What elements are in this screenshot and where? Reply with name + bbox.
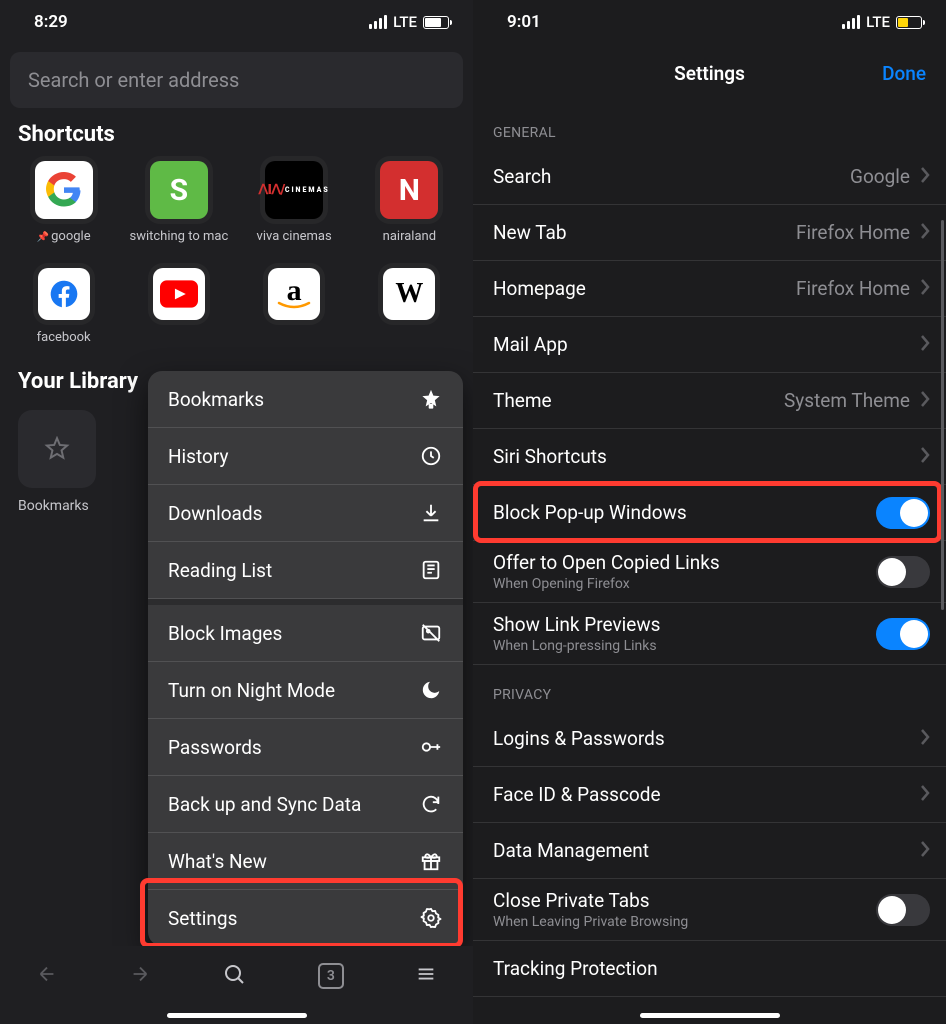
shortcut-facebook[interactable]: facebook <box>6 264 121 365</box>
amazon-icon: a <box>268 268 320 320</box>
row-block-popups[interactable]: Block Pop-up Windows <box>473 485 946 541</box>
gift-icon <box>419 849 443 873</box>
status-bar: 8:29 LTE <box>0 0 473 44</box>
phone-firefox-settings: 9:01 LTE Settings Done General Search Go… <box>473 0 946 1024</box>
row-tracking-protection[interactable]: Tracking Protection <box>473 941 946 997</box>
row-homepage[interactable]: Homepage Firefox Home <box>473 261 946 317</box>
shortcuts-grid: 📌google S switching to mac ꓥIꓥ/CINEMAS v… <box>0 157 473 365</box>
search-input[interactable]: Search or enter address <box>10 52 463 108</box>
library-bookmarks-tile[interactable] <box>18 410 96 488</box>
status-indicators: LTE <box>369 13 449 31</box>
chevron-right-icon <box>920 278 930 300</box>
youtube-icon <box>153 268 205 320</box>
moon-icon <box>419 678 443 702</box>
shortcut-nairaland[interactable]: N nairaland <box>352 157 467 264</box>
row-search[interactable]: Search Google <box>473 149 946 205</box>
home-indicator <box>640 1013 780 1018</box>
toggle-link-previews[interactable] <box>876 618 930 650</box>
status-bar: 9:01 LTE <box>473 0 946 44</box>
menu-bookmarks[interactable]: Bookmarks <box>148 371 463 428</box>
menu-whats-new[interactable]: What's New <box>148 833 463 890</box>
shortcuts-title: Shortcuts <box>0 122 473 157</box>
shortcut-switching-to-mac[interactable]: S switching to mac <box>121 157 236 264</box>
menu-settings[interactable]: Settings <box>148 890 463 946</box>
battery-icon <box>896 16 922 29</box>
chevron-right-icon <box>920 390 930 412</box>
row-close-private-tabs[interactable]: Close Private TabsWhen Leaving Private B… <box>473 879 946 941</box>
tabs-button[interactable]: 3 <box>318 963 344 989</box>
overflow-menu: Bookmarks History Downloads Reading List… <box>148 371 463 946</box>
phone-firefox-home: 8:29 LTE Search or enter address Shortcu… <box>0 0 473 1024</box>
gear-icon <box>419 906 443 930</box>
sync-icon <box>419 792 443 816</box>
google-icon <box>35 161 93 219</box>
forward-button[interactable] <box>129 963 151 989</box>
row-faceid-passcode[interactable]: Face ID & Passcode <box>473 767 946 823</box>
clock-icon <box>419 444 443 468</box>
chevron-right-icon <box>920 728 930 750</box>
battery-icon <box>423 16 449 29</box>
star-icon <box>44 436 70 462</box>
pin-icon: 📌 <box>37 232 49 243</box>
row-siri-shortcuts[interactable]: Siri Shortcuts <box>473 429 946 485</box>
menu-button[interactable] <box>415 963 437 989</box>
image-off-icon <box>419 621 443 645</box>
menu-sync[interactable]: Back up and Sync Data <box>148 776 463 833</box>
row-logins-passwords[interactable]: Logins & Passwords <box>473 711 946 767</box>
home-indicator <box>167 1013 307 1018</box>
shortcut-google[interactable]: 📌google <box>6 157 121 264</box>
network-label: LTE <box>393 13 417 31</box>
status-time: 9:01 <box>507 12 541 32</box>
menu-block-images[interactable]: Block Images <box>148 599 463 662</box>
toggle-copied-links[interactable] <box>876 556 930 588</box>
toggle-block-popups[interactable] <box>876 497 930 529</box>
nav-bar: Settings Done <box>473 44 946 103</box>
facebook-icon <box>38 268 90 320</box>
viva-icon: ꓥIꓥ/CINEMAS <box>265 161 323 219</box>
menu-downloads[interactable]: Downloads <box>148 485 463 542</box>
toggle-close-private-tabs[interactable] <box>876 894 930 926</box>
chevron-right-icon <box>920 446 930 468</box>
row-theme[interactable]: Theme System Theme <box>473 373 946 429</box>
done-button[interactable]: Done <box>882 62 926 85</box>
signal-icon <box>842 15 860 29</box>
settings-list[interactable]: General Search Google New Tab Firefox Ho… <box>473 103 946 1017</box>
reading-icon <box>419 558 443 582</box>
shortcut-viva-cinemas[interactable]: ꓥIꓥ/CINEMAS viva cinemas <box>237 157 352 264</box>
shortcut-wikipedia[interactable]: W <box>352 264 467 365</box>
key-icon <box>419 735 443 759</box>
search-button[interactable] <box>222 962 246 990</box>
back-button[interactable] <box>36 963 58 989</box>
network-label: LTE <box>866 13 890 31</box>
row-new-tab[interactable]: New Tab Firefox Home <box>473 205 946 261</box>
row-data-management[interactable]: Data Management <box>473 823 946 879</box>
chevron-right-icon <box>920 166 930 188</box>
chevron-right-icon <box>920 222 930 244</box>
letter-s-icon: S <box>150 161 208 219</box>
page-title: Settings <box>674 62 745 85</box>
star-icon <box>419 387 443 411</box>
section-privacy-header: Privacy <box>473 665 946 711</box>
menu-history[interactable]: History <box>148 428 463 485</box>
search-placeholder: Search or enter address <box>28 68 239 92</box>
download-icon <box>419 501 443 525</box>
chevron-right-icon <box>920 334 930 356</box>
shortcut-youtube[interactable] <box>121 264 236 365</box>
row-copied-links[interactable]: Offer to Open Copied LinksWhen Opening F… <box>473 541 946 603</box>
wikipedia-icon: W <box>383 268 435 320</box>
menu-night-mode[interactable]: Turn on Night Mode <box>148 662 463 719</box>
menu-reading-list[interactable]: Reading List <box>148 542 463 599</box>
signal-icon <box>369 15 387 29</box>
letter-n-icon: N <box>380 161 438 219</box>
status-time: 8:29 <box>34 12 68 32</box>
status-indicators: LTE <box>842 13 922 31</box>
scrollbar[interactable] <box>941 220 944 610</box>
section-general-header: General <box>473 103 946 149</box>
menu-passwords[interactable]: Passwords <box>148 719 463 776</box>
chevron-right-icon <box>920 784 930 806</box>
row-mail-app[interactable]: Mail App <box>473 317 946 373</box>
shortcut-amazon[interactable]: a <box>237 264 352 365</box>
row-link-previews[interactable]: Show Link PreviewsWhen Long-pressing Lin… <box>473 603 946 665</box>
chevron-right-icon <box>920 840 930 862</box>
